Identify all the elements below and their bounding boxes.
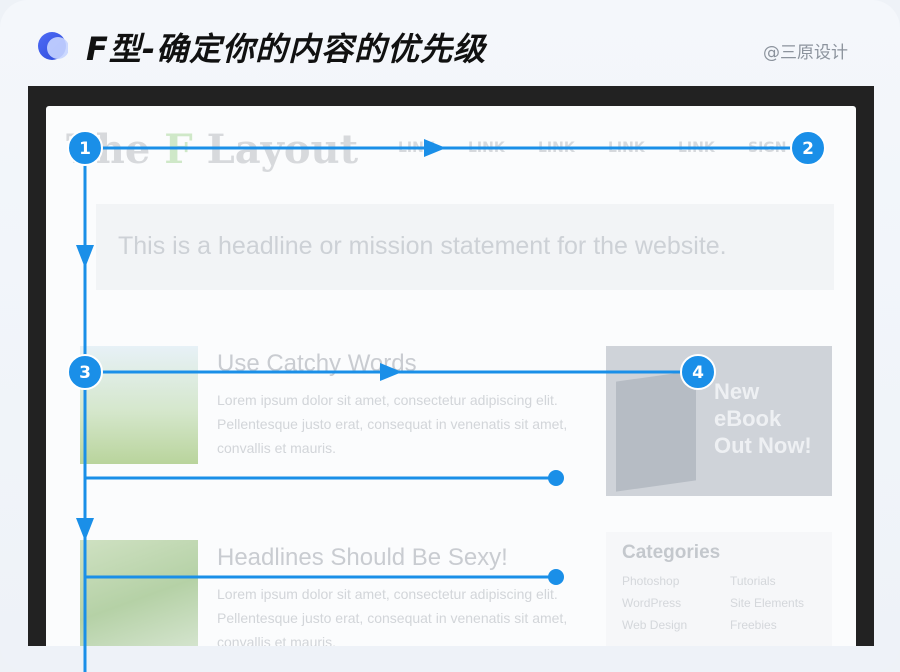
- nav-link[interactable]: LINK: [678, 140, 748, 156]
- category-link[interactable]: Web Design: [622, 618, 730, 632]
- article-thumbnail: [80, 540, 198, 646]
- headline-banner: This is a headline or mission statement …: [96, 204, 834, 290]
- categories-widget: Categories Photoshop Tutorials WordPress…: [606, 532, 832, 646]
- example-website: The F Layout LINK LINK LINK LINK LINK SI…: [46, 106, 856, 646]
- nav-link[interactable]: SIGN: [748, 140, 818, 156]
- article-body: Lorem ipsum dolor sit amet, consectetur …: [217, 392, 568, 456]
- article-title[interactable]: Use Catchy Words: [217, 350, 417, 378]
- ebook-promo-text: New eBook Out Now!: [714, 379, 812, 458]
- article-thumbnail: [80, 346, 198, 464]
- category-link[interactable]: Freebies: [730, 618, 822, 632]
- screenshot-frame: The F Layout LINK LINK LINK LINK LINK SI…: [28, 86, 874, 646]
- headline-text: This is a headline or mission statement …: [118, 232, 727, 260]
- site-logo: The F Layout: [66, 126, 359, 173]
- book-cover: [616, 370, 696, 492]
- site-nav: LINK LINK LINK LINK LINK SIGN: [398, 140, 818, 156]
- category-link[interactable]: Photoshop: [622, 574, 730, 588]
- category-link[interactable]: Site Elements: [730, 596, 822, 610]
- article-card: Use Catchy Words Lorem ipsum dolor sit a…: [80, 346, 580, 486]
- author-credit: @三原设计: [763, 43, 848, 63]
- nav-link[interactable]: LINK: [608, 140, 678, 156]
- categories-title: Categories: [622, 542, 721, 563]
- brand-logo-icon: [38, 32, 68, 60]
- ebook-promo[interactable]: New eBook Out Now!: [606, 346, 832, 496]
- card: F型-确定你的内容的优先级 @三原设计 The F Layout LINK LI…: [0, 0, 900, 672]
- category-link[interactable]: Tutorials: [730, 574, 822, 588]
- page-title: F型-确定你的内容的优先级: [86, 30, 487, 68]
- nav-link[interactable]: LINK: [468, 140, 538, 156]
- nav-link[interactable]: LINK: [398, 140, 468, 156]
- category-link[interactable]: WordPress: [622, 596, 730, 610]
- article-title[interactable]: Headlines Should Be Sexy!: [217, 544, 508, 572]
- article-body: Lorem ipsum dolor sit amet, consectetur …: [217, 586, 568, 646]
- article-card: Headlines Should Be Sexy! Lorem ipsum do…: [80, 540, 580, 646]
- nav-link[interactable]: LINK: [538, 140, 608, 156]
- categories-list: Photoshop Tutorials WordPress Site Eleme…: [622, 574, 822, 632]
